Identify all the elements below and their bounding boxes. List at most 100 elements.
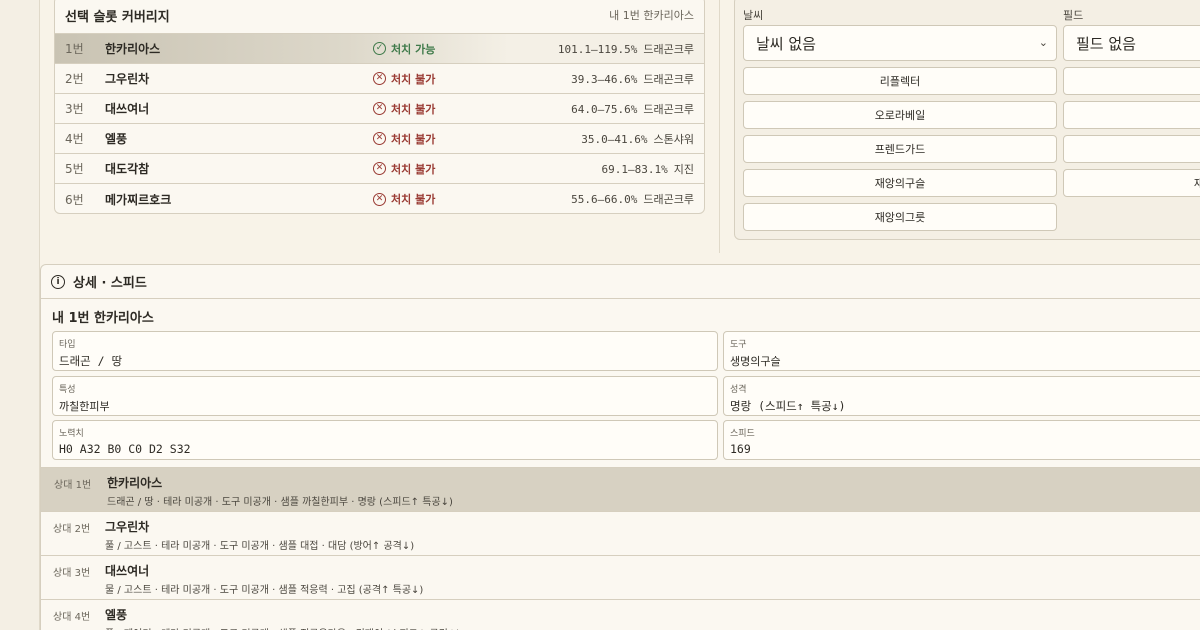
field-select-value: 필드 없음 (1076, 34, 1136, 53)
reflect-button[interactable]: 리플렉터 (743, 67, 1057, 95)
coverage-row-status-text: 처치 불가 (391, 132, 436, 146)
coverage-row-move: 드래곤크루 (643, 102, 694, 116)
ev-value: H0 A32 B0 C0 D2 S32 (59, 442, 191, 456)
coverage-header: 선택 슬롯 커버리지 내 1번 한카리아스 (55, 0, 704, 34)
coverage-row-move: 드래곤크루 (643, 193, 694, 206)
ev-label: 노력치 (59, 429, 84, 439)
coverage-row-move: 드래곤크루 (643, 42, 694, 56)
coverage-card: 선택 슬롯 커버리지 내 1번 한카리아스 1번 한카리아스 ✓ 처치 가능 101.1… (54, 0, 705, 214)
x-circle-icon: ✕ (373, 102, 386, 115)
x-circle-icon: ✕ (373, 132, 386, 145)
coverage-row-range: 55.6–66.0% 드래곤크루 (503, 191, 694, 207)
x-circle-icon: ✕ (373, 162, 386, 175)
coverage-row-range-value: 55.6–66.0% (571, 193, 638, 206)
coverage-row-range-value: 35.0–41.6% (581, 132, 648, 146)
coverage-row[interactable]: 4번 엘풍 ✕ 처치 불가 35.0–41.6% 스톤샤워 (55, 124, 704, 154)
coverage-row-status: ✕ 처치 불가 (373, 71, 503, 87)
item-field: 도구 생명의구슬 (723, 331, 1200, 371)
coverage-row-status-text: 처치 불가 (391, 102, 436, 116)
coverage-row-name: 대도각참 (105, 162, 150, 176)
speed-value: 169 (730, 442, 751, 456)
ability-value: 까칠한피부 (59, 400, 110, 413)
opponent-number: 상대 2번 (53, 524, 91, 535)
coverage-row-name: 엘풍 (105, 132, 128, 146)
vessel-of-ruin-button[interactable]: 재앙의그릇 (743, 203, 1057, 231)
opponent-info: 풀 / 고스트 · 테라 미공개 · 도구 미공개 · 샘플 대접 · 대담 (… (105, 541, 415, 552)
coverage-list: 1번 한카리아스 ✓ 처치 가능 101.1–119.5% 드래곤크루 2번 그우린차 ✕ 처치 … (55, 34, 704, 213)
detail-panel: i 상세 · 스피드 내 1번 한카리아스 타입 드래곤 / 땅 도구 생명의구… (40, 264, 1200, 630)
opponent-row[interactable]: 상대 3번 대쓰여너물 / 고스트 · 테라 미공개 · 도구 미공개 · 샘플 … (41, 555, 1200, 599)
coverage-row-range: 35.0–41.6% 스톤샤워 (503, 131, 694, 147)
speed-label: 스피드 (730, 429, 755, 439)
coverage-row-move: 드래곤크루 (643, 72, 694, 86)
coverage-row-range-value: 64.0–75.6% (571, 102, 638, 116)
type-label: 타입 (59, 340, 76, 350)
beads-of-ruin-button[interactable]: 재앙의구슬 (743, 169, 1057, 197)
speed-field: 스피드 169 (723, 420, 1200, 460)
opponent-name: 엘풍 (105, 608, 128, 622)
coverage-row-range-value: 39.3–46.6% (571, 72, 638, 86)
ability-field: 특성 까칠한피부 (52, 376, 718, 416)
chevron-down-icon: ⌄ (1038, 36, 1048, 49)
coverage-row-number: 4번 (65, 132, 84, 146)
coverage-row-name: 한카리아스 (105, 42, 161, 56)
coverage-row[interactable]: 3번 대쓰여너 ✕ 처치 불가 64.0–75.6% 드래곤크루 (55, 94, 704, 124)
detail-header: i 상세 · 스피드 (41, 265, 1200, 299)
right-option-button-1[interactable] (1063, 67, 1200, 95)
coverage-row-status: ✕ 처치 불가 (373, 161, 503, 177)
weather-select[interactable]: 날씨 없음 ⌄ (743, 25, 1057, 61)
x-circle-icon: ✕ (373, 192, 386, 206)
right-option-button-3[interactable] (1063, 135, 1200, 163)
coverage-title: 선택 슬롯 커버리지 (65, 9, 170, 25)
opponent-row[interactable]: 상대 1번 한카리아스 드래곤 / 땅 · 테라 미공개 · 도구 미공개 · 샘플… (41, 467, 1200, 511)
opponent-info: 풀 / 페어리 · 테라 미공개 · 도구 미공개 · 샘플 짓궂은마음 · 건… (105, 625, 460, 630)
right-option-label-partial: 재 (1193, 177, 1200, 190)
coverage-row[interactable]: 6번 메가찌르호크 ✕ 처치 불가 55.6–66.0% 드래곤크루 (55, 184, 704, 213)
info-circle-icon: i (51, 274, 65, 289)
coverage-row-status: ✕ 처치 불가 (373, 101, 503, 117)
coverage-row-range-value: 101.1–119.5% (557, 42, 638, 56)
coverage-row-move: 스톤샤워 (653, 132, 694, 146)
coverage-row[interactable]: 2번 그우린차 ✕ 처치 불가 39.3–46.6% 드래곤크루 (55, 64, 704, 94)
opponent-number: 상대 4번 (53, 612, 91, 623)
opponent-info: 물 / 고스트 · 테라 미공개 · 도구 미공개 · 샘플 적응력 · 고집 … (105, 585, 424, 596)
type-field: 타입 드래곤 / 땅 (52, 331, 718, 371)
opponent-row[interactable]: 상대 2번 그우린차 풀 / 고스트 · 테라 미공개 · 도구 미공개 · 샘플 … (41, 511, 1200, 555)
nature-value: 명랑 (스피드↑ 특공↓) (730, 399, 846, 413)
opponent-row[interactable]: 상대 4번 엘풍풀 / 페어리 · 테라 미공개 · 도구 미공개 · 샘플 짓궂… (41, 599, 1200, 630)
nature-field: 성격 명랑 (스피드↑ 특공↓) (723, 376, 1200, 416)
coverage-row-status: ✓ 처치 가능 (373, 41, 503, 57)
coverage-row-name: 메가찌르호크 (105, 192, 172, 207)
coverage-row[interactable]: 5번 대도각참 ✕ 처치 불가 69.1–83.1% 지진 (55, 154, 704, 184)
weather-select-value: 날씨 없음 (756, 34, 816, 53)
ability-label: 특성 (59, 385, 76, 395)
field-label: 필드 (1063, 9, 1084, 22)
x-circle-icon: ✕ (373, 72, 386, 85)
detail-title: 상세 · 스피드 (73, 276, 147, 291)
field-select[interactable]: 필드 없음 (1063, 25, 1200, 61)
coverage-row-status-text: 처치 가능 (391, 42, 436, 56)
aurora-veil-button[interactable]: 오로라베일 (743, 101, 1057, 129)
coverage-row-range: 64.0–75.6% 드래곤크루 (503, 101, 694, 117)
right-option-button-2[interactable] (1063, 101, 1200, 129)
check-circle-icon: ✓ (373, 42, 386, 55)
item-value: 생명의구슬 (730, 355, 781, 368)
coverage-row-range: 69.1–83.1% 지진 (503, 161, 694, 177)
conditions-card: 날씨 날씨 없음 ⌄ 필드 필드 없음 리플렉터 오로라베일 프렌드가드 재앙의… (734, 0, 1200, 240)
coverage-row-move: 지진 (673, 162, 694, 176)
coverage-row-name: 대쓰여너 (105, 102, 150, 116)
right-option-button-4[interactable]: 재 (1063, 169, 1200, 197)
nature-label: 성격 (730, 385, 747, 395)
opponent-number: 상대 1번 (54, 480, 92, 491)
ev-field: 노력치 H0 A32 B0 C0 D2 S32 (52, 420, 718, 460)
opponent-number: 상대 3번 (53, 568, 91, 579)
opponent-name: 대쓰여너 (105, 564, 150, 578)
left-rail (0, 0, 40, 630)
coverage-row-range: 101.1–119.5% 드래곤크루 (503, 41, 694, 57)
opponent-info: 드래곤 / 땅 · 테라 미공개 · 도구 미공개 · 샘플 까칠한피부 · 명… (107, 497, 453, 508)
coverage-row[interactable]: 1번 한카리아스 ✓ 처치 가능 101.1–119.5% 드래곤크루 (55, 34, 704, 64)
coverage-row-status: ✕ 처치 불가 (373, 191, 503, 207)
coverage-row-number: 1번 (65, 42, 84, 56)
coverage-row-number: 2번 (65, 72, 84, 86)
friend-guard-button[interactable]: 프렌드가드 (743, 135, 1057, 163)
